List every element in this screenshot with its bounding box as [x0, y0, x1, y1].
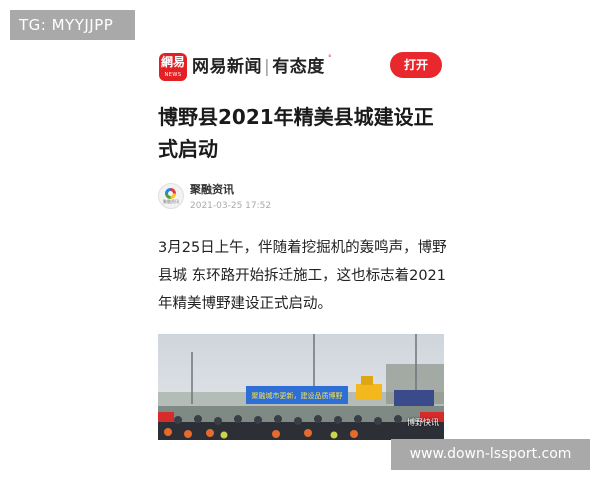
watermark-top: TG: MYYJJPP [10, 10, 135, 40]
app-slogan: 有态度 [272, 57, 325, 77]
brand-divider: | [264, 57, 271, 77]
article-title: 博野县2021年精美县城建设正式启动 [158, 105, 434, 161]
article-photo[interactable]: 聚融城市更新，建设品质博野 博野快讯 [158, 334, 444, 440]
logo-subtext: NEWS [164, 72, 182, 78]
publish-time: 2021-03-25 17:52 [190, 201, 272, 211]
photo-caption: 博野快讯 [407, 418, 439, 427]
app-brand: 网易新闻 | 有态度 [192, 55, 325, 79]
article-card: 網易 NEWS 网易新闻 | 有态度 ° 打开 博野县2021年精美县城建设正式启动… [142, 38, 460, 440]
netease-news-logo: 網易 NEWS [159, 53, 187, 81]
logo-text: 網易 [160, 55, 185, 69]
photo-banner: 聚融城市更新，建设品质博野 [252, 391, 343, 400]
avatar-label: 聚融资讯 [163, 199, 179, 204]
source-name[interactable]: 聚融资讯 [190, 183, 234, 197]
source-logo-icon [165, 188, 176, 199]
article-paragraph: 3月25日上午，伴随着挖掘机的轰鸣声，博野县城 东环路开始拆迁施工，这也标志着2… [158, 240, 447, 312]
app-name: 网易新闻 [192, 57, 262, 77]
open-app-button[interactable]: 打开 [390, 52, 442, 78]
registered-mark-icon: ° [328, 54, 332, 62]
source-avatar[interactable]: 聚融资讯 [158, 183, 184, 209]
watermark-bottom: www.down-lssport.com [391, 439, 590, 470]
